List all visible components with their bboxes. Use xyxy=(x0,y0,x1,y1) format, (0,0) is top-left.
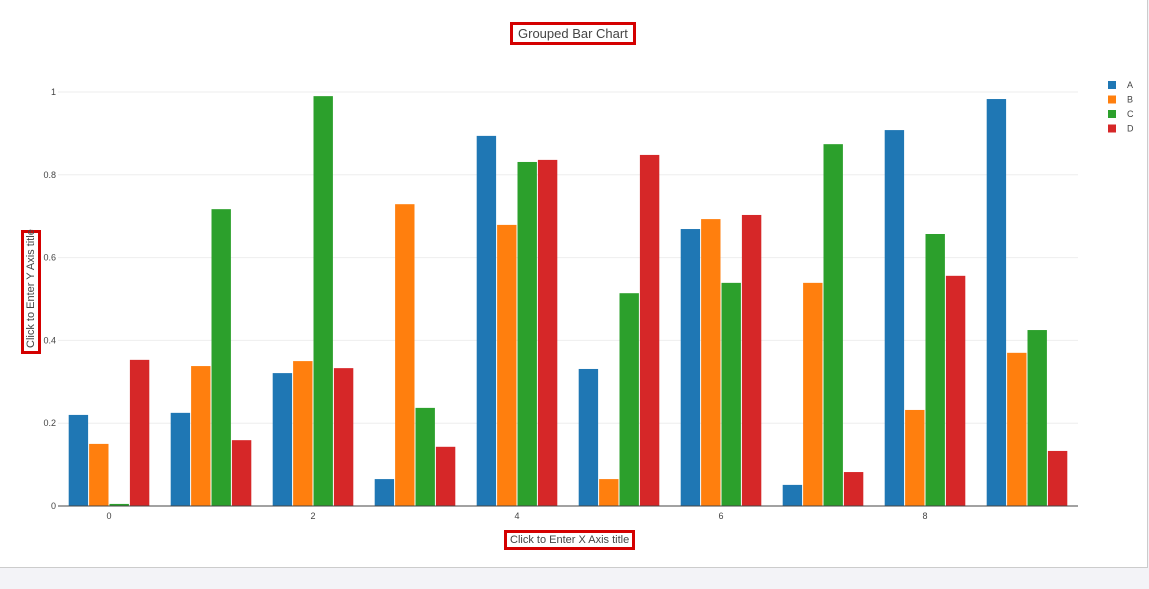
legend-label-B: B xyxy=(1127,95,1133,105)
y-tick-label: 0.8 xyxy=(43,170,56,180)
bar-D-2 xyxy=(333,368,354,506)
bar-C-1 xyxy=(211,209,231,507)
bar-C-5 xyxy=(619,293,639,506)
legend-label-A: A xyxy=(1127,80,1133,90)
bar-D-9 xyxy=(1047,450,1068,506)
bar-C-7 xyxy=(823,144,843,506)
bar-B-4 xyxy=(497,224,517,507)
bar-A-3 xyxy=(374,479,395,506)
bar-D-1 xyxy=(231,440,252,506)
y-tick-label: 0.6 xyxy=(43,253,56,263)
bar-B-8 xyxy=(905,409,925,506)
legend-label-C: C xyxy=(1127,109,1134,119)
chart-title[interactable]: Grouped Bar Chart xyxy=(510,22,636,45)
x-tick-label: 2 xyxy=(310,511,315,521)
legend-swatch-C xyxy=(1108,110,1116,118)
bar-B-7 xyxy=(803,282,823,506)
bar-B-2 xyxy=(293,361,313,506)
y-tick-label: 1 xyxy=(51,87,56,97)
bar-A-7 xyxy=(782,484,803,506)
x-tick-label: 4 xyxy=(514,511,519,521)
bar-C-8 xyxy=(925,234,945,506)
bar-A-9 xyxy=(986,99,1007,507)
legend-label-D: D xyxy=(1127,124,1134,134)
bar-B-3 xyxy=(395,204,415,506)
grouped-bar-chart: 0 0.2 0.4 0.6 0.8 1 0 2 4 6 8 ABCD xyxy=(43,80,1134,521)
bar-A-0 xyxy=(68,414,89,506)
bar-C-4 xyxy=(517,161,537,506)
y-tick-label: 0.4 xyxy=(43,335,56,345)
bar-B-5 xyxy=(599,479,619,506)
bar-D-6 xyxy=(741,214,762,506)
bar-D-0 xyxy=(129,359,150,506)
y-tick-label: 0 xyxy=(51,501,56,511)
y-axis-title[interactable]: Click to Enter Y Axis title xyxy=(21,229,41,354)
bar-A-5 xyxy=(578,368,599,506)
x-tick-label: 8 xyxy=(922,511,927,521)
bar-A-2 xyxy=(272,373,293,506)
bar-D-3 xyxy=(435,446,456,506)
bar-B-6 xyxy=(701,219,721,506)
legend-swatch-B xyxy=(1108,95,1116,104)
bar-D-7 xyxy=(843,472,864,506)
bar-A-4 xyxy=(476,135,497,506)
x-tick-label: 6 xyxy=(718,511,723,521)
bar-C-9 xyxy=(1027,330,1047,506)
bar-A-1 xyxy=(170,412,191,506)
x-axis-title[interactable]: Click to Enter X Axis title xyxy=(504,530,636,550)
bar-C-2 xyxy=(313,96,333,506)
bar-D-4 xyxy=(537,159,558,506)
bar-B-1 xyxy=(191,366,211,506)
bar-C-3 xyxy=(415,407,435,506)
y-tick-label: 0.2 xyxy=(43,418,56,428)
legend-swatch-D xyxy=(1108,124,1116,133)
bar-C-6 xyxy=(721,282,741,506)
bar-D-5 xyxy=(639,154,660,507)
bar-D-8 xyxy=(945,275,966,506)
bar-B-0 xyxy=(89,443,109,506)
bar-A-8 xyxy=(884,130,905,506)
bar-A-6 xyxy=(680,229,701,506)
legend-swatch-A xyxy=(1108,81,1116,89)
bar-B-9 xyxy=(1007,352,1027,506)
x-tick-label: 0 xyxy=(106,511,111,521)
